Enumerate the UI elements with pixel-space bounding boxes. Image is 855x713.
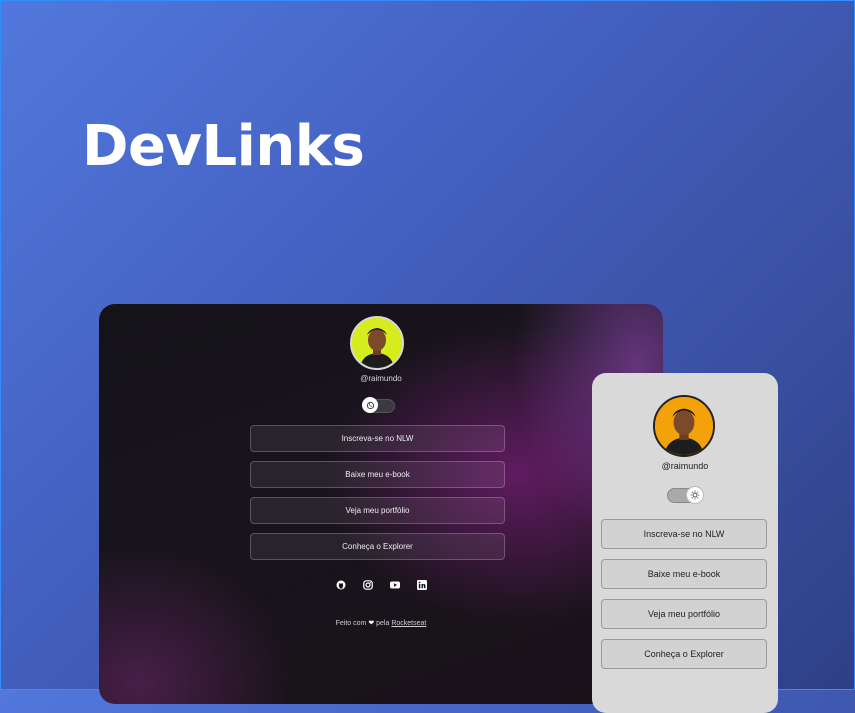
links-list: Inscreva-se no NLW Baixe meu e-book Veja… (601, 519, 767, 679)
profile-handle: @raimundo (360, 374, 402, 383)
light-preview-card: @raimundo Inscreva-se no NLW Baixe meu e… (592, 373, 778, 713)
instagram-icon[interactable] (362, 580, 373, 590)
linkedin-icon[interactable] (416, 580, 427, 590)
link-ebook-button[interactable]: Baixe meu e-book (250, 461, 505, 488)
sun-icon (686, 486, 704, 504)
github-icon[interactable] (336, 580, 346, 590)
profile-photo (352, 318, 402, 368)
link-ebook-button[interactable]: Baixe meu e-book (601, 559, 767, 589)
links-list: Inscreva-se no NLW Baixe meu e-book Veja… (250, 425, 505, 569)
link-portfolio-button[interactable]: Veja meu portfólio (250, 497, 505, 524)
dark-preview-card: @raimundo Inscreva-se no NLW Baixe meu e… (99, 304, 663, 704)
link-nlw-button[interactable]: Inscreva-se no NLW (250, 425, 505, 452)
profile-photo (655, 397, 713, 455)
footer-prefix: Feito com (335, 620, 367, 627)
link-nlw-button[interactable]: Inscreva-se no NLW (601, 519, 767, 549)
link-explorer-button[interactable]: Conheça o Explorer (250, 533, 505, 560)
avatar (350, 316, 404, 370)
rocketseat-link[interactable]: Rocketseat (391, 620, 426, 627)
theme-toggle[interactable] (667, 486, 704, 504)
link-portfolio-button[interactable]: Veja meu portfólio (601, 599, 767, 629)
theme-toggle[interactable] (362, 397, 395, 413)
page-title: DevLinks (82, 114, 365, 179)
social-links (99, 580, 663, 590)
link-explorer-button[interactable]: Conheça o Explorer (601, 639, 767, 669)
heart-icon: ❤ (368, 620, 375, 627)
footer-middle: pela (376, 620, 390, 627)
footer-text: Feito com ❤ pela Rocketseat (99, 619, 663, 627)
moon-icon (362, 397, 378, 413)
youtube-icon[interactable] (389, 580, 400, 590)
profile-handle: @raimundo (661, 461, 709, 471)
avatar (653, 395, 715, 457)
